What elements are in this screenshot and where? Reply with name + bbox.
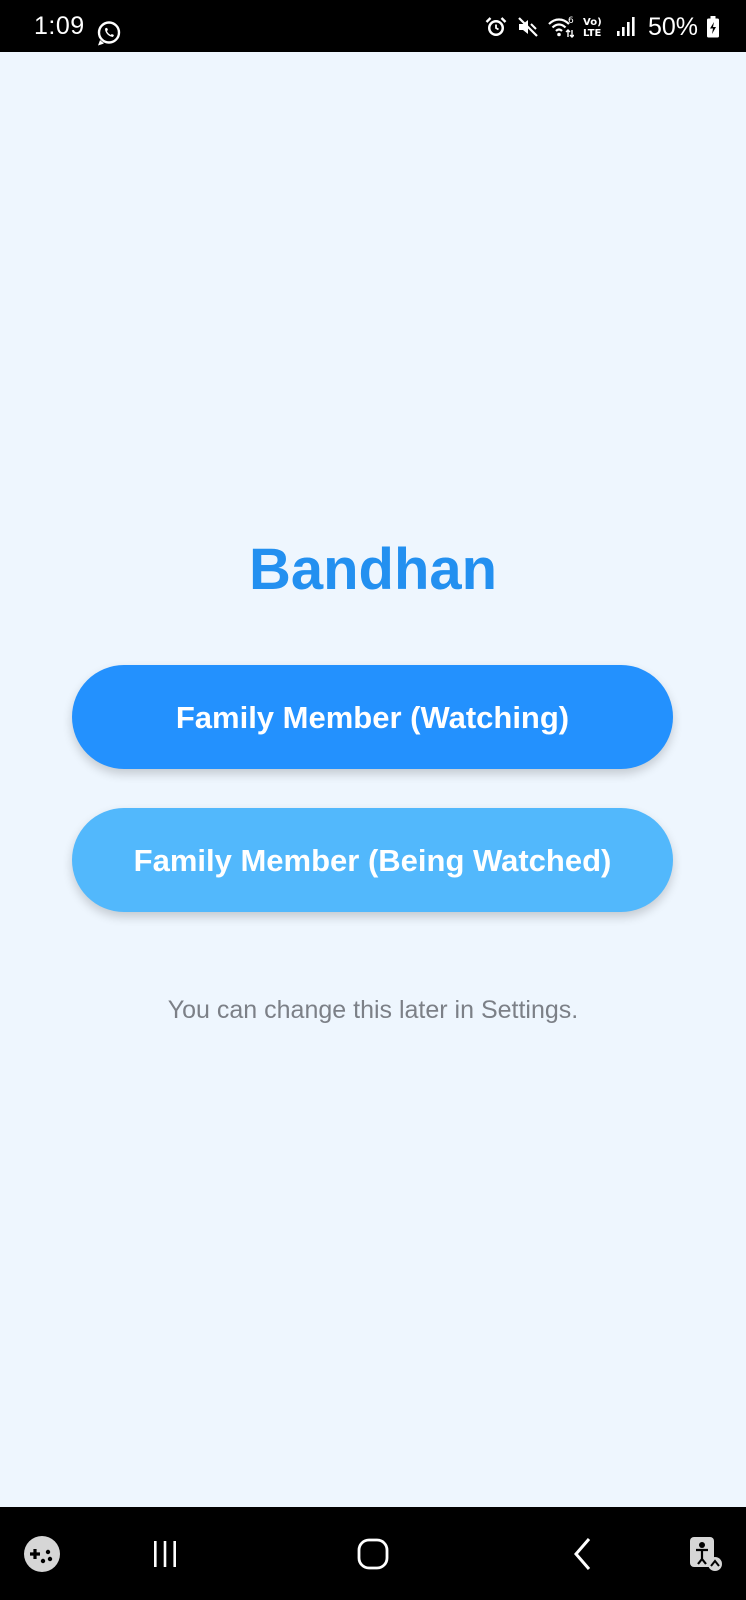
accessibility-icon[interactable] bbox=[680, 1507, 730, 1600]
recent-apps-icon[interactable] bbox=[140, 1507, 190, 1600]
whatsapp-icon bbox=[96, 20, 122, 46]
screen: 1:09 6 Vo) LTE 50% Bandhan Family Member… bbox=[0, 0, 746, 1600]
family-member-watching-button[interactable]: Family Member (Watching) bbox=[72, 665, 673, 769]
settings-hint: You can change this later in Settings. bbox=[167, 996, 579, 1024]
battery-percent: 50% bbox=[647, 12, 698, 41]
status-time: 1:09 bbox=[34, 12, 85, 40]
status-icons: 6 Vo) LTE 50% bbox=[484, 12, 720, 42]
volte-icon: Vo) LTE bbox=[582, 15, 606, 39]
mute-icon bbox=[516, 15, 540, 39]
svg-text:Vo): Vo) bbox=[583, 17, 602, 28]
alarm-icon bbox=[484, 15, 508, 39]
app-title: Bandhan bbox=[248, 537, 498, 602]
wifi-icon: 6 bbox=[548, 15, 574, 39]
home-icon[interactable] bbox=[346, 1507, 400, 1600]
status-bar: 1:09 6 Vo) LTE 50% bbox=[0, 0, 746, 52]
back-icon[interactable] bbox=[560, 1507, 606, 1600]
game-launcher-icon[interactable] bbox=[18, 1507, 66, 1600]
svg-text:6: 6 bbox=[568, 16, 574, 26]
family-member-being-watched-button[interactable]: Family Member (Being Watched) bbox=[72, 808, 673, 912]
battery-icon bbox=[706, 15, 720, 39]
navigation-bar bbox=[0, 1507, 746, 1600]
signal-icon bbox=[614, 15, 638, 39]
svg-text:LTE: LTE bbox=[583, 28, 602, 39]
